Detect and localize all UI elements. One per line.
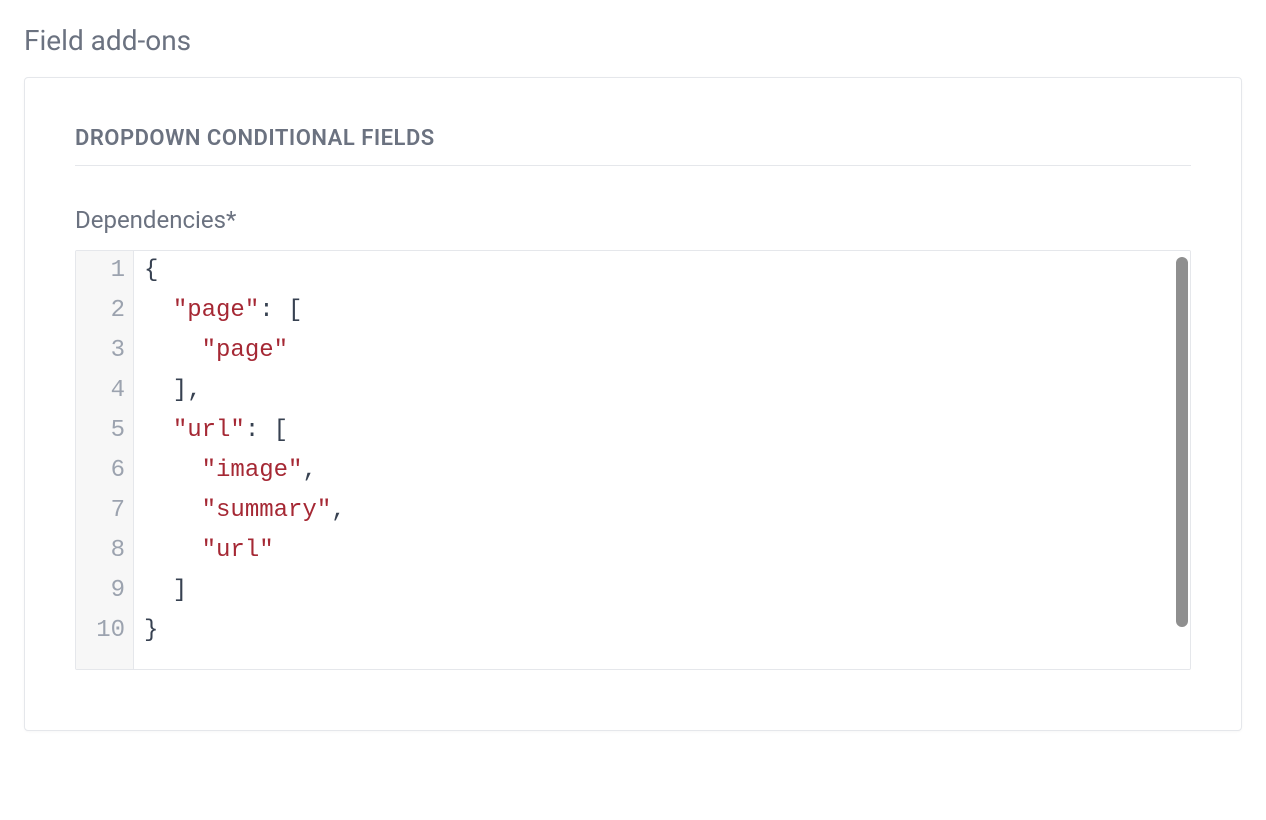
token-punct: { <box>144 257 158 284</box>
code-line[interactable]: "image", <box>144 451 1190 491</box>
line-number: 2 <box>88 291 125 331</box>
token-punct: , <box>331 497 345 524</box>
code-line[interactable]: } <box>144 611 1190 651</box>
code-line[interactable]: ] <box>144 571 1190 611</box>
token-string: "page" <box>202 337 288 364</box>
line-number: 5 <box>88 411 125 451</box>
token-punct: } <box>144 617 158 644</box>
code-area[interactable]: { "page": [ "page" ], "url": [ "image", … <box>134 251 1190 669</box>
token-punct <box>144 457 202 484</box>
code-line[interactable]: "url" <box>144 531 1190 571</box>
line-number: 4 <box>88 371 125 411</box>
token-string: "image" <box>202 457 303 484</box>
code-line[interactable]: { <box>144 251 1190 291</box>
code-line[interactable]: "url": [ <box>144 411 1190 451</box>
line-number: 9 <box>88 571 125 611</box>
token-punct: , <box>302 457 316 484</box>
code-line[interactable]: "page" <box>144 331 1190 371</box>
line-number: 7 <box>88 491 125 531</box>
line-number: 8 <box>88 531 125 571</box>
field-label: Dependencies* <box>75 206 1191 234</box>
line-number: 10 <box>88 611 125 651</box>
line-number: 6 <box>88 451 125 491</box>
code-line[interactable]: ], <box>144 371 1190 411</box>
token-string: "page" <box>173 297 259 324</box>
token-punct <box>144 417 173 444</box>
line-number: 3 <box>88 331 125 371</box>
card: DROPDOWN CONDITIONAL FIELDS Dependencies… <box>24 77 1242 731</box>
page-title: Field add-ons <box>24 24 1242 57</box>
token-punct: ], <box>144 377 202 404</box>
section-header: DROPDOWN CONDITIONAL FIELDS <box>75 126 1191 166</box>
code-line[interactable]: "summary", <box>144 491 1190 531</box>
token-punct <box>144 497 202 524</box>
line-number: 1 <box>88 251 125 291</box>
token-string: "url" <box>173 417 245 444</box>
scrollbar-thumb[interactable] <box>1176 257 1188 627</box>
token-string: "summary" <box>202 497 332 524</box>
token-punct: : [ <box>245 417 288 444</box>
code-gutter: 12345678910 <box>76 251 134 669</box>
token-punct: ] <box>144 577 187 604</box>
code-editor[interactable]: 12345678910 { "page": [ "page" ], "url":… <box>75 250 1191 670</box>
token-punct <box>144 297 173 324</box>
token-string: "url" <box>202 537 274 564</box>
token-punct <box>144 337 202 364</box>
token-punct: : [ <box>259 297 302 324</box>
token-punct <box>144 537 202 564</box>
code-line[interactable]: "page": [ <box>144 291 1190 331</box>
